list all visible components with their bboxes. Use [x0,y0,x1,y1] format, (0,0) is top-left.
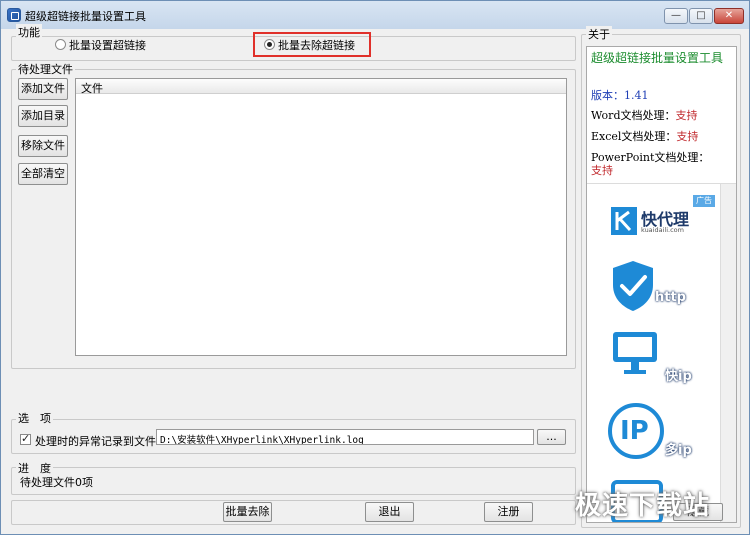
brand-k-icon [611,207,637,235]
ad-badge: 广告 [693,195,715,207]
title-bar: 超级超链接批量设置工具 — □ ✕ [1,1,749,29]
about-word-support: Word文档处理：支持 [591,107,697,123]
file-list-header[interactable]: 文件 [76,79,566,96]
close-button[interactable]: ✕ [714,8,744,24]
progress-group [11,467,576,495]
version-value: 1.41 [624,89,649,102]
exit-button[interactable]: 退出 [365,502,414,522]
maximize-button[interactable]: □ [689,8,713,24]
about-scrollbar[interactable] [720,184,736,522]
options-legend: 选 项 [16,410,53,426]
window-title: 超级超链接批量设置工具 [25,10,146,23]
ad-brand-logo[interactable]: 快代理 kuaidaili.com [611,207,703,237]
ad-many-ip-label: 多ip [665,443,692,458]
about-ppt-value: 支持 [591,164,613,177]
ad-many-ip[interactable]: IP 多ip [607,402,707,462]
about-app-title: 超级超链接批量设置工具 [591,51,724,65]
batch-remove-button[interactable]: 批量去除 [223,502,272,522]
about-excel-support: Excel文档处理：支持 [591,128,698,144]
shield-check-icon [613,261,653,311]
monitor-icon [613,332,657,374]
browse-button[interactable]: ... [537,429,566,445]
ad-fast-ip-label: 快ip [665,369,692,384]
file-column-header[interactable]: 文件 [81,80,103,96]
log-path-input[interactable]: D:\安装软件\XHyperlink\XHyperlink.log [156,429,534,445]
radio-set-hyperlink-label[interactable]: 批量设置超链接 [69,37,146,53]
add-file-button[interactable]: 添加文件 [18,78,68,100]
app-icon [7,8,21,22]
about-version: 版本：1.41 [591,87,649,103]
register-button[interactable]: 注册 [484,502,533,522]
remove-file-button[interactable]: 移除文件 [18,135,68,157]
ad-brand-domain: kuaidaili.com [641,226,684,234]
word-label: Word文档处理： [591,109,676,122]
excel-value: 支持 [676,130,699,143]
watermark: 极速下载站 [575,491,711,521]
function-legend: 功能 [16,24,42,40]
radio-set-hyperlink[interactable] [55,39,66,50]
about-legend: 关于 [586,26,612,42]
ad-http[interactable]: http [609,259,699,317]
ad-fast-ip[interactable]: 快ip [611,330,701,386]
ad-ip-text: IP [620,416,649,446]
ad-http-label: http [655,290,686,305]
progress-status: 待处理文件0项 [20,476,93,489]
selection-highlight [253,32,371,57]
pending-files-legend: 待处理文件 [16,61,75,77]
minimize-button[interactable]: — [664,8,688,24]
excel-label: Excel文档处理： [591,130,677,143]
version-label: 版本： [591,89,624,102]
log-errors-label[interactable]: 处理时的异常记录到文件: [35,433,160,449]
ad-divider [587,183,736,184]
clear-all-button[interactable]: 全部清空 [18,163,68,185]
word-value: 支持 [675,109,698,122]
log-errors-checkbox[interactable] [20,432,31,445]
about-panel: 超级超链接批量设置工具 版本：1.41 Word文档处理：支持 Excel文档处… [586,46,737,523]
file-list[interactable]: 文件 [75,78,567,356]
add-directory-button[interactable]: 添加目录 [18,105,68,127]
main-window: 超级超链接批量设置工具 — □ ✕ 功能 批量设置超链接 批量去除超链接 待处理… [0,0,750,535]
